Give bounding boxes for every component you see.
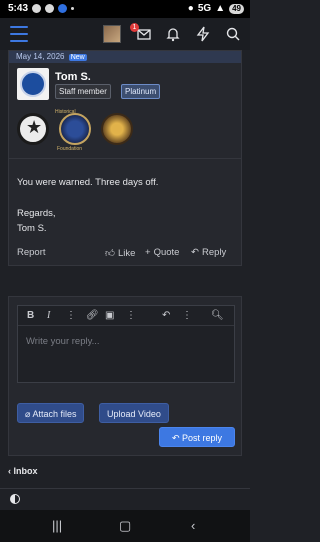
post-date-bar: May 14, 2026 New — [9, 51, 241, 63]
reply-button[interactable]: ↶ Reply — [191, 247, 226, 258]
notification-count-badge: 1 — [130, 23, 139, 32]
bolt-icon[interactable] — [195, 26, 211, 42]
link-icon[interactable]: 🔗︎ — [86, 310, 99, 321]
reply-editor[interactable]: B I ⋮ 🔗︎ ▣ ⋮ ↶ ⋮ 🔍︎ Write your reply... — [17, 305, 235, 383]
quote-label: Quote — [153, 247, 180, 258]
home-icon[interactable]: ▢ — [119, 518, 131, 534]
app-bar: 1 — [0, 18, 250, 50]
voicemail-icon — [32, 4, 42, 13]
inbox-label: Inbox — [13, 466, 38, 476]
app-notification-icon — [45, 4, 55, 13]
user-avatar[interactable] — [17, 68, 49, 100]
bell-icon[interactable] — [165, 26, 181, 42]
trophy-caption-bottom: Foundation — [57, 146, 83, 152]
attach-files-button[interactable]: ⌀ Attach files — [17, 403, 85, 423]
seal-icon — [20, 71, 46, 97]
image-icon[interactable]: ▣ — [105, 310, 114, 321]
footer-divider — [0, 488, 250, 489]
reply-label: Reply — [201, 247, 227, 258]
status-bar: 5:43 ● 5G ▲ 49 — [0, 0, 250, 18]
post-body-card: You were warned. Three days off. Regards… — [8, 158, 242, 266]
account-avatar[interactable] — [103, 25, 121, 43]
android-nav-bar: ||| ▢ ‹ — [0, 510, 250, 542]
post-date: May 14, 2026 — [16, 52, 65, 61]
inbox-link[interactable]: ‹ Inbox — [8, 466, 38, 476]
more-notifications-dot — [71, 7, 75, 10]
location-icon: ● — [187, 3, 194, 14]
like-label: Like — [117, 247, 136, 259]
undo-icon[interactable]: ↶ — [162, 310, 170, 321]
gold-badge-icon — [101, 113, 133, 145]
quote-button[interactable]: + Quote — [145, 247, 179, 258]
post-reply-button[interactable]: ↶ Post reply — [159, 427, 235, 447]
menu-icon[interactable] — [10, 26, 28, 42]
bold-icon[interactable]: B — [27, 310, 34, 321]
attach-files-label: Attach files — [32, 409, 77, 419]
signal-icon: ▲ — [215, 3, 226, 14]
clock: 5:43 — [8, 3, 29, 14]
post-header-card: May 14, 2026 New Tom S. Staff member Pla… — [8, 50, 242, 158]
chevron-left-icon: ‹ — [8, 466, 11, 476]
upload-video-label: Upload Video — [107, 409, 161, 419]
preview-icon[interactable]: 🔍︎ — [211, 310, 224, 321]
reply-icon: ↶ — [171, 433, 180, 443]
report-button[interactable]: Report — [17, 247, 46, 258]
staff-member-tag: Staff member — [55, 84, 111, 99]
star-badge-icon — [17, 113, 49, 145]
more-insert-options-icon[interactable]: ⋮ — [126, 310, 136, 321]
like-button[interactable]: 👍︎ Like — [105, 247, 136, 260]
reply-icon: ↶ — [191, 247, 199, 258]
message-line: Regards, — [17, 208, 56, 219]
thumbs-up-icon: 👍︎ — [105, 248, 115, 259]
messenger-icon — [58, 4, 68, 13]
message-line: You were warned. Three days off. — [17, 177, 159, 188]
more-text-options-icon[interactable]: ⋮ — [66, 310, 76, 321]
paperclip-icon: ⌀ — [25, 409, 31, 419]
report-label: Report — [17, 247, 46, 258]
upload-video-button[interactable]: Upload Video — [99, 403, 169, 423]
back-icon[interactable]: ‹ — [191, 518, 195, 533]
new-badge: New — [68, 54, 87, 61]
reply-editor-card: B I ⋮ 🔗︎ ▣ ⋮ ↶ ⋮ 🔍︎ Write your reply... … — [8, 296, 242, 456]
theme-toggle-icon[interactable] — [10, 494, 20, 504]
historical-foundation-badge-icon — [59, 113, 91, 145]
editor-toolbar: B I ⋮ 🔗︎ ▣ ⋮ ↶ ⋮ 🔍︎ — [18, 306, 234, 326]
more-options-icon[interactable]: ⋮ — [182, 310, 192, 321]
recent-apps-icon[interactable]: ||| — [52, 518, 62, 533]
search-icon[interactable] — [225, 26, 241, 42]
post-reply-label: Post reply — [182, 433, 223, 443]
message-line: Tom S. — [17, 223, 47, 234]
post-author[interactable]: Tom S. — [55, 71, 91, 83]
battery-level: 49 — [229, 3, 244, 14]
platinum-tag: Platinum — [121, 84, 161, 99]
reply-placeholder: Write your reply... — [26, 336, 100, 347]
italic-icon[interactable]: I — [47, 310, 50, 321]
plus-icon: + — [145, 247, 151, 258]
network-type: 5G — [197, 3, 212, 14]
